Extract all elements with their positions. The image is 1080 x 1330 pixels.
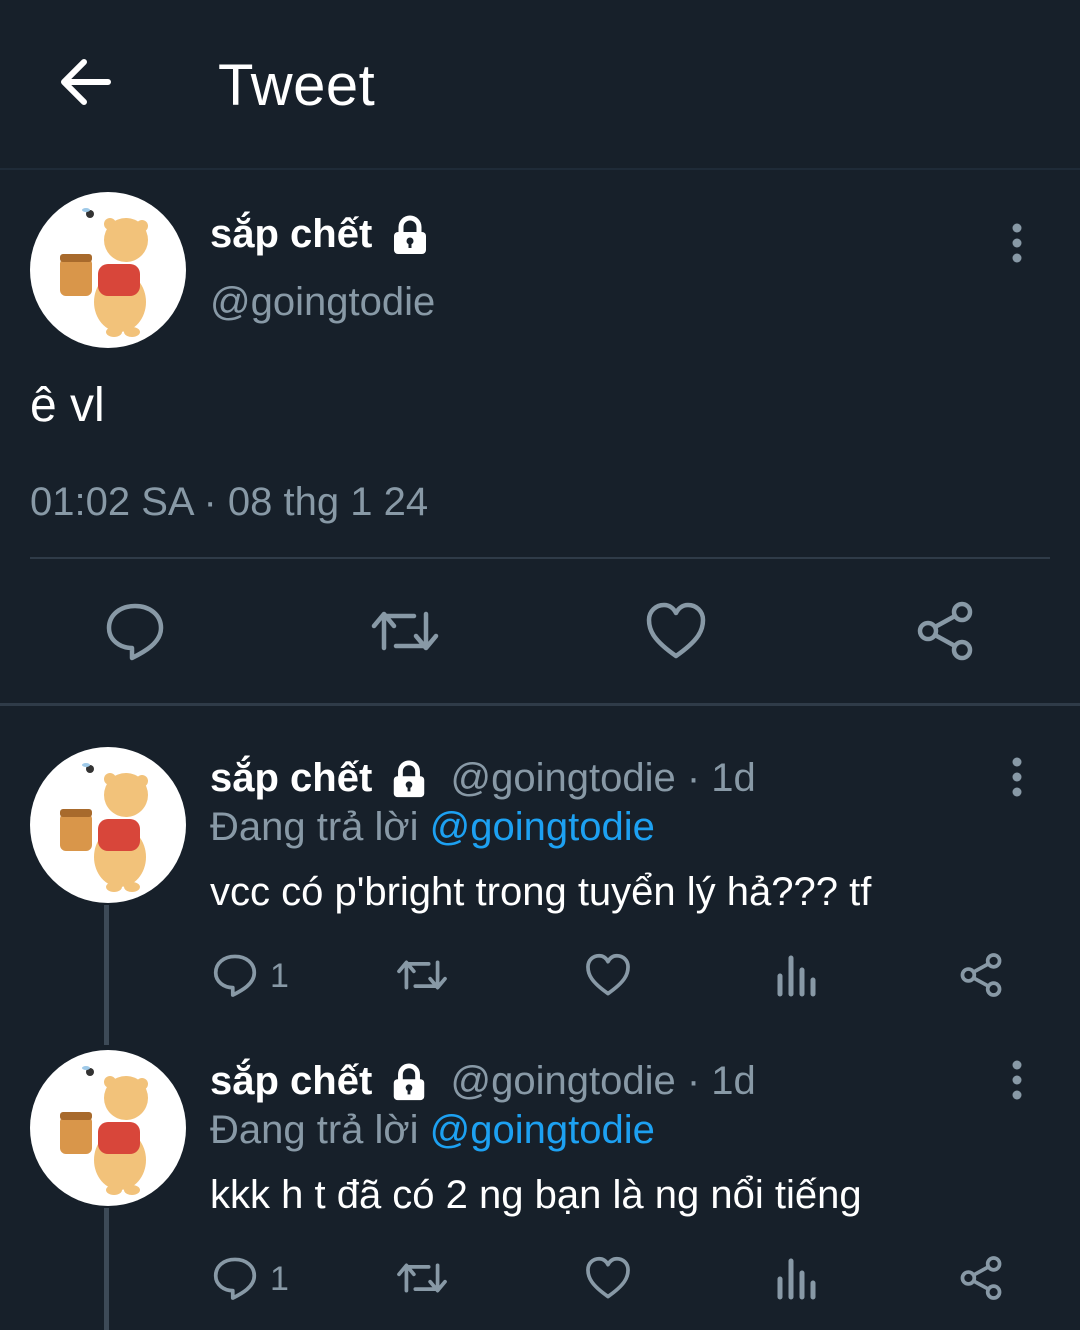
arrow-left-icon (61, 59, 111, 105)
avatar[interactable] (30, 1050, 186, 1206)
heart-icon (646, 602, 706, 659)
retweet-icon (397, 1263, 447, 1293)
reply-button[interactable] (104, 600, 166, 667)
analytics-icon (777, 1258, 816, 1300)
divider (30, 557, 1050, 559)
display-name[interactable]: sắp chết (210, 756, 372, 800)
avatar[interactable] (30, 747, 186, 903)
lock-icon (394, 215, 427, 255)
comment-icon (106, 603, 164, 661)
lock-icon (394, 1063, 425, 1101)
share-button[interactable] (958, 952, 1004, 1003)
replying-to: Đang trả lời @goingtodie (210, 1108, 655, 1152)
more-options-button[interactable] (1002, 1055, 1032, 1105)
analytics-button[interactable] (774, 1255, 820, 1306)
more-vertical-icon (1012, 757, 1022, 797)
display-name[interactable]: sắp chết (210, 1059, 372, 1103)
retweet-button[interactable] (370, 600, 440, 667)
heart-icon (586, 953, 630, 996)
heart-icon (586, 1256, 630, 1299)
like-button[interactable] (585, 1255, 631, 1306)
thread-line (104, 1208, 109, 1330)
share-icon (917, 601, 973, 661)
like-button[interactable] (585, 952, 631, 1003)
reply-header: sắp chết @goingtodie · 1d (210, 756, 756, 801)
retweet-button[interactable] (396, 952, 448, 1003)
more-vertical-icon (1012, 1060, 1022, 1100)
reply-count: 1 (270, 1260, 289, 1298)
comment-icon (213, 1257, 257, 1300)
tweet-text: ê vl (30, 379, 105, 432)
share-icon (960, 953, 1002, 997)
reply-button[interactable] (212, 1255, 258, 1306)
share-button[interactable] (958, 1255, 1004, 1306)
comment-icon (213, 954, 257, 997)
analytics-icon (777, 955, 816, 997)
mention-link[interactable]: @goingtodie (430, 805, 655, 849)
avatar[interactable] (30, 192, 186, 348)
more-vertical-icon (1012, 223, 1022, 263)
reply-text: vcc có p'bright trong tuyển lý hả??? tf (210, 870, 872, 914)
more-options-button[interactable] (1002, 218, 1032, 268)
back-button[interactable] (56, 52, 116, 112)
like-button[interactable] (645, 600, 707, 667)
reply-text: kkk h t đã có 2 ng bạn là ng nổi tiếng (210, 1173, 862, 1217)
retweet-icon (397, 960, 447, 990)
share-button[interactable] (914, 600, 976, 667)
share-icon (960, 1256, 1002, 1300)
retweet-icon (371, 611, 439, 651)
more-options-button[interactable] (1002, 752, 1032, 802)
tweet-timestamp: 01:02 SA · 08 thg 1 24 (30, 480, 429, 524)
username[interactable]: @goingtodie (210, 280, 435, 325)
page-title: Tweet (218, 53, 376, 118)
thread-line (104, 905, 109, 1045)
mention-link[interactable]: @goingtodie (430, 1108, 655, 1152)
reply-button[interactable] (212, 952, 258, 1003)
analytics-button[interactable] (774, 952, 820, 1003)
section-divider (0, 703, 1080, 706)
display-name[interactable]: sắp chết (210, 212, 431, 257)
replying-to: Đang trả lời @goingtodie (210, 805, 655, 849)
retweet-button[interactable] (396, 1255, 448, 1306)
reply-header: sắp chết @goingtodie · 1d (210, 1059, 756, 1104)
reply-count: 1 (270, 957, 289, 995)
username[interactable]: @goingtodie · 1d (451, 756, 756, 800)
top-bar: Tweet (0, 0, 1080, 170)
username[interactable]: @goingtodie · 1d (451, 1059, 756, 1103)
lock-icon (394, 760, 425, 798)
